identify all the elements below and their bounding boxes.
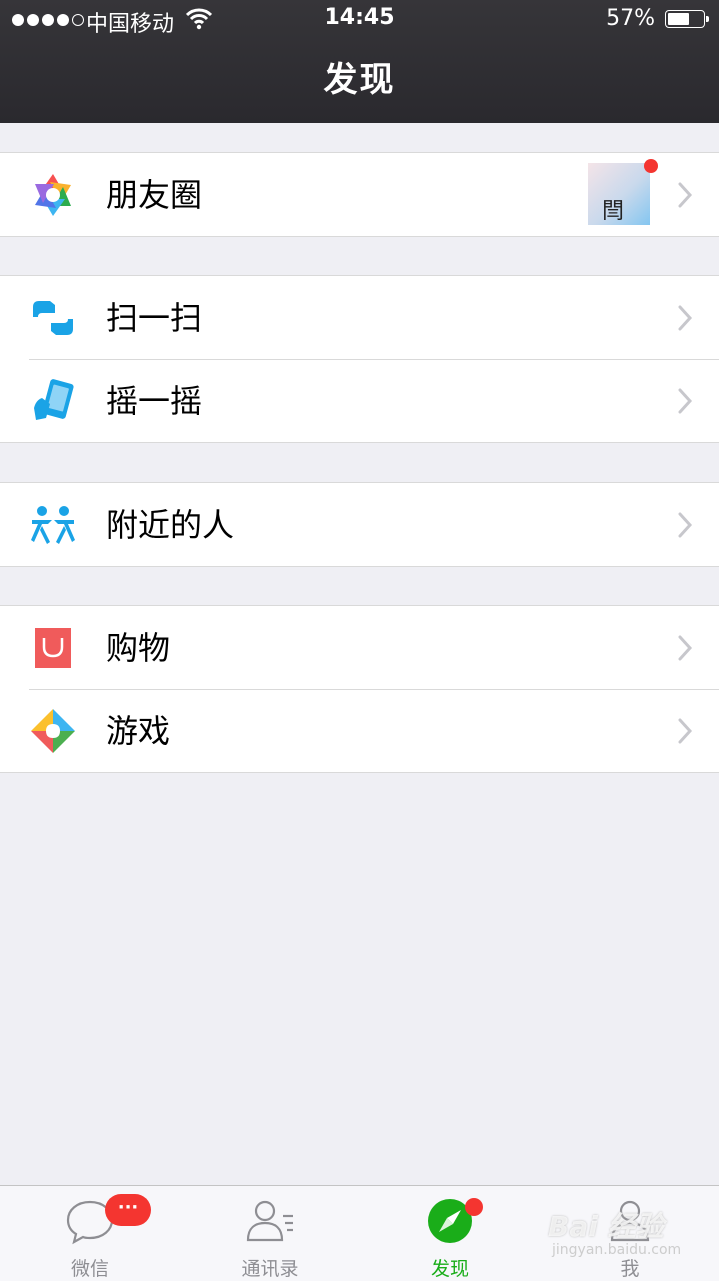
status-bar: 中国移动 14:45 57% [0, 0, 719, 40]
list-item-scan[interactable]: 扫一扫 [0, 276, 719, 359]
tab-label: 通讯录 [241, 1258, 299, 1280]
section-shopping-games: 购物 游戏 [0, 605, 719, 773]
list-item-label: 摇一摇 [106, 382, 203, 420]
tab-chats[interactable]: ··· 微信 [0, 1186, 180, 1281]
section-nearby: 附近的人 [0, 482, 719, 567]
new-dot-badge [644, 159, 658, 173]
chevron-right-icon [678, 305, 693, 331]
list-item-label: 购物 [106, 629, 171, 667]
watermark-logo: Bai 经验 [548, 1210, 664, 1243]
chevron-right-icon [678, 718, 693, 744]
watermark-url: jingyan.baidu.com [552, 1242, 682, 1258]
moments-icon [35, 174, 71, 216]
tab-label: 我 [620, 1258, 640, 1280]
shake-icon [34, 379, 74, 420]
nearby-people-icon [31, 506, 75, 544]
list-item-games[interactable]: 游戏 [0, 689, 719, 772]
unread-badge: ··· [105, 1194, 151, 1226]
nav-header: 中国移动 14:45 57% 发现 [0, 0, 719, 123]
tab-label: 微信 [70, 1258, 109, 1280]
chevron-right-icon [678, 388, 693, 414]
list-item-moments[interactable]: 朋友圈 閆 [0, 153, 719, 236]
list-item-label: 扫一扫 [106, 299, 203, 337]
new-dot-badge [465, 1198, 483, 1216]
shopping-icon [35, 628, 71, 668]
list-item-label: 朋友圈 [106, 176, 203, 214]
page-title: 发现 [323, 60, 396, 100]
list-item-label: 附近的人 [106, 506, 235, 544]
chevron-right-icon [678, 635, 693, 661]
list-item-label: 游戏 [106, 712, 171, 750]
tab-discover[interactable]: 发现 [360, 1186, 540, 1281]
list-item-shopping[interactable]: 购物 [0, 606, 719, 689]
games-icon [31, 709, 75, 753]
section-moments: 朋友圈 閆 [0, 152, 719, 237]
tab-label: 发现 [430, 1258, 469, 1280]
tab-contacts[interactable]: 通讯录 [180, 1186, 360, 1281]
battery-percent: 57% [606, 6, 655, 31]
list-item-nearby-people[interactable]: 附近的人 [0, 483, 719, 566]
section-scan-shake: 扫一扫 摇一摇 [0, 275, 719, 443]
list-item-shake[interactable]: 摇一摇 [0, 359, 719, 442]
battery-icon [665, 10, 709, 28]
chevron-right-icon [678, 512, 693, 538]
thumbnail-text: 閆 [602, 199, 625, 224]
chevron-right-icon [678, 182, 693, 208]
moments-thumbnail: 閆 [588, 159, 658, 225]
contacts-icon [246, 1200, 293, 1242]
scan-icon [33, 301, 73, 335]
